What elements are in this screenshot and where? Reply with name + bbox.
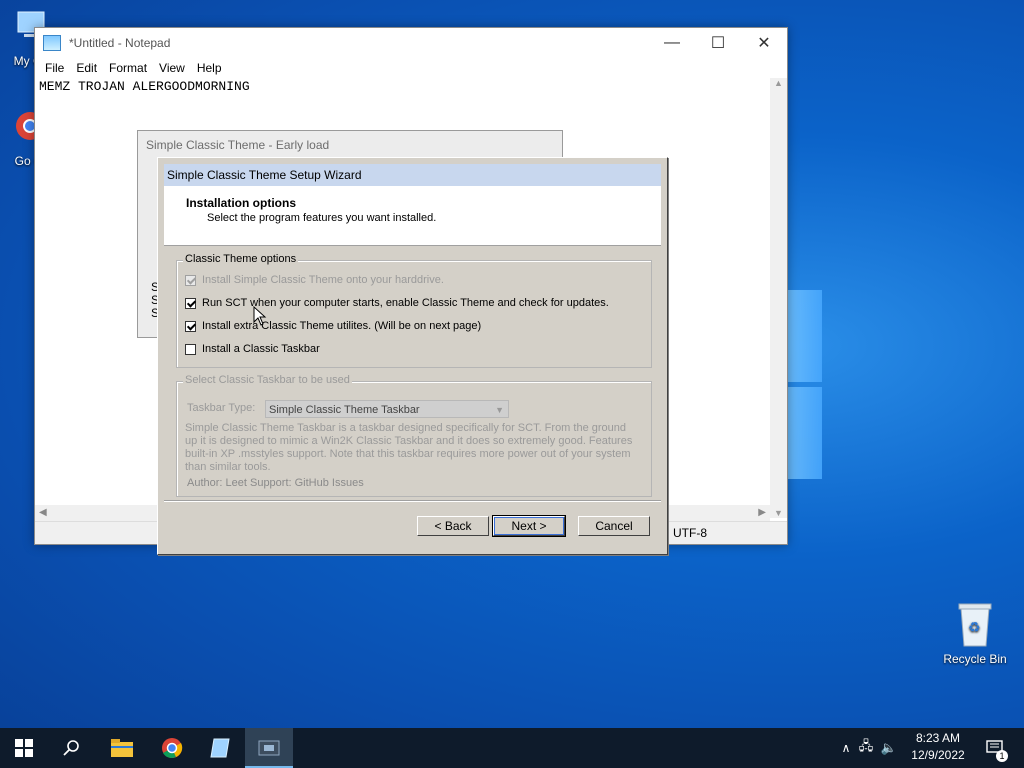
- minimize-button[interactable]: —: [649, 28, 695, 58]
- windows-icon: [15, 739, 33, 757]
- recycle-bin-icon: ♻: [955, 602, 995, 648]
- menu-file[interactable]: File: [39, 61, 70, 75]
- checkbox[interactable]: [185, 343, 196, 355]
- taskbar: ∧ 🖧 🔈 8:23 AM 12/9/2022 1: [0, 728, 1024, 768]
- option-classic-taskbar[interactable]: Install a Classic Taskbar: [185, 343, 320, 355]
- desktop-icon-recycle-bin[interactable]: ♻ Recycle Bin: [938, 602, 1012, 666]
- scroll-left-icon[interactable]: ◀: [39, 507, 47, 518]
- cancel-button[interactable]: Cancel: [578, 516, 650, 536]
- menu-bar: File Edit Format View Help: [35, 58, 787, 78]
- notepad-icon: [210, 738, 230, 758]
- option-label[interactable]: Install extra Classic Theme utilites. (W…: [202, 320, 481, 332]
- text-editor[interactable]: MEMZ TROJAN ALERGOODMORNING: [39, 79, 769, 94]
- select-value: Simple Classic Theme Taskbar: [269, 404, 420, 416]
- file-explorer-button[interactable]: [98, 728, 146, 768]
- search-button[interactable]: [48, 728, 96, 768]
- taskbar-type-select: Simple Classic Theme Taskbar ▼: [265, 400, 509, 418]
- chrome-icon: [162, 738, 183, 758]
- svg-text:♻: ♻: [968, 619, 981, 635]
- checkbox[interactable]: [185, 320, 196, 332]
- divider: [164, 500, 661, 502]
- scroll-down-icon[interactable]: ▼: [770, 508, 787, 518]
- group-legend: Select Classic Taskbar to be used: [183, 374, 352, 386]
- encoding-label: UTF-8: [673, 526, 707, 540]
- wizard-header-subtitle: Select the program features you want ins…: [207, 212, 437, 224]
- maximize-button[interactable]: ☐: [695, 28, 741, 58]
- desktop-icon-label: Recycle Bin: [943, 652, 1007, 666]
- folder-icon: [111, 739, 133, 757]
- taskbar-description: Simple Classic Theme Taskbar is a taskba…: [185, 422, 633, 473]
- setup-icon: [258, 740, 280, 756]
- close-button[interactable]: ✕: [741, 28, 787, 58]
- option-run-on-startup[interactable]: Run SCT when your computer starts, enabl…: [185, 297, 609, 309]
- menu-help[interactable]: Help: [191, 61, 228, 75]
- notification-center-button[interactable]: 1: [980, 728, 1010, 768]
- setup-wizard-button[interactable]: [245, 728, 293, 768]
- taskbar-type-label: Taskbar Type:: [187, 402, 256, 414]
- option-label: Install Simple Classic Theme onto your h…: [202, 274, 444, 286]
- early-load-title: Simple Classic Theme - Early load: [146, 138, 330, 152]
- volume-icon[interactable]: 🔈: [878, 740, 900, 756]
- menu-view[interactable]: View: [153, 61, 191, 75]
- checkbox[interactable]: [185, 297, 196, 309]
- start-button[interactable]: [0, 728, 48, 768]
- option-extra-utilities[interactable]: Install extra Classic Theme utilites. (W…: [185, 320, 481, 332]
- classic-theme-options-group: Classic Theme options Install Simple Cla…: [176, 253, 652, 368]
- notepad-icon: [43, 35, 61, 51]
- clock[interactable]: 8:23 AM 12/9/2022: [900, 730, 976, 764]
- wizard-titlebar[interactable]: Simple Classic Theme Setup Wizard: [164, 164, 661, 186]
- notification-count-badge: 1: [996, 750, 1008, 762]
- window-title: *Untitled - Notepad: [69, 36, 171, 50]
- chrome-button[interactable]: [148, 728, 196, 768]
- classic-taskbar-group: Select Classic Taskbar to be used Taskba…: [176, 374, 652, 497]
- scroll-up-icon[interactable]: ▲: [770, 78, 787, 88]
- taskbar-author: Author: Leet Support: GitHub Issues: [187, 477, 364, 489]
- next-button[interactable]: Next >: [492, 515, 566, 537]
- notepad-titlebar[interactable]: *Untitled - Notepad — ☐ ✕: [35, 28, 787, 58]
- option-label[interactable]: Install a Classic Taskbar: [202, 343, 320, 355]
- notepad-button[interactable]: [196, 728, 244, 768]
- vertical-scrollbar[interactable]: ▲ ▼: [770, 78, 787, 518]
- scroll-right-icon[interactable]: ▶: [758, 507, 766, 518]
- chevron-down-icon: ▼: [495, 405, 504, 415]
- mouse-cursor-icon: [253, 305, 267, 329]
- menu-edit[interactable]: Edit: [70, 61, 103, 75]
- wizard-header-title: Installation options: [186, 196, 296, 210]
- menu-format[interactable]: Format: [103, 61, 153, 75]
- group-legend: Classic Theme options: [183, 253, 299, 265]
- wizard-header: Installation options Select the program …: [164, 186, 661, 246]
- network-icon[interactable]: 🖧: [854, 737, 878, 759]
- search-icon: [63, 740, 79, 756]
- option-install-harddrive: Install Simple Classic Theme onto your h…: [185, 274, 444, 286]
- setup-wizard-dialog[interactable]: Simple Classic Theme Setup Wizard Instal…: [157, 157, 668, 555]
- clock-date: 12/9/2022: [911, 748, 965, 762]
- clock-time: 8:23 AM: [915, 731, 961, 745]
- chevron-up-icon[interactable]: ∧: [838, 741, 854, 755]
- back-button[interactable]: < Back: [417, 516, 489, 536]
- checkbox: [185, 274, 196, 286]
